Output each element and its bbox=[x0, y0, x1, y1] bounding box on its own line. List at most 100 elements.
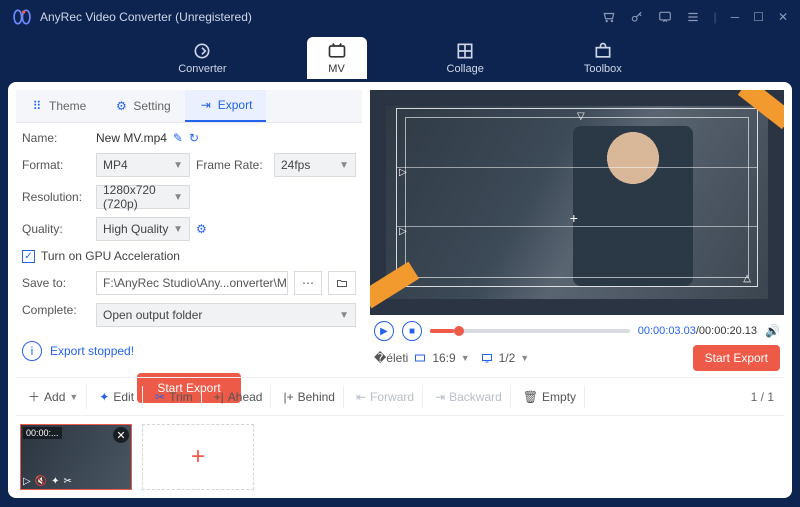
more-path-button[interactable]: ⋯ bbox=[294, 271, 322, 295]
btn-label: Add bbox=[44, 390, 65, 404]
btn-label: Trim bbox=[169, 390, 193, 404]
export-icon: ⇥ bbox=[199, 98, 213, 112]
collage-icon bbox=[455, 41, 475, 61]
thumb-trim-icon[interactable]: ✂ bbox=[64, 476, 72, 487]
chevron-down-icon: ▼ bbox=[520, 353, 529, 363]
gpu-checkbox[interactable]: ✓ bbox=[22, 250, 35, 263]
nav-label: Collage bbox=[447, 63, 484, 75]
backward-button: ⇥Backward bbox=[427, 386, 511, 408]
remove-clip-icon[interactable]: ✕ bbox=[113, 427, 129, 443]
ahead-button[interactable]: +|Ahead bbox=[206, 386, 272, 408]
format-select[interactable]: MP4 ▼ bbox=[96, 153, 190, 177]
converter-icon bbox=[192, 41, 212, 61]
behind-button[interactable]: |+Behind bbox=[275, 386, 344, 408]
saveto-path[interactable]: F:\AnyRec Studio\Any...onverter\MV Expor… bbox=[96, 271, 288, 295]
select-value: MP4 bbox=[103, 158, 128, 172]
forward-button: ⇤Forward bbox=[348, 386, 423, 408]
clip-thumbnail[interactable]: 00:00:... ✕ ▷ 🔇 ✦ ✂ bbox=[20, 424, 132, 490]
complete-select[interactable]: Open output folder ▼ bbox=[96, 303, 356, 327]
gpu-label: Turn on GPU Acceleration bbox=[41, 249, 180, 263]
seek-slider[interactable] bbox=[430, 329, 630, 333]
btn-label: Empty bbox=[542, 390, 576, 404]
video-preview[interactable]: ▽ △ ▷ ▷ + bbox=[370, 90, 784, 315]
feedback-icon[interactable] bbox=[658, 10, 672, 24]
chevron-down-icon: ▼ bbox=[461, 353, 470, 363]
stop-button[interactable]: ■ bbox=[402, 321, 422, 341]
tab-label: Export bbox=[218, 98, 253, 112]
thumb-mute-icon[interactable]: 🔇 bbox=[35, 476, 47, 487]
nav-toolbox[interactable]: Toolbox bbox=[564, 37, 642, 79]
close-icon[interactable]: ✕ bbox=[778, 10, 788, 24]
saveto-label: Save to: bbox=[22, 276, 90, 290]
reset-name-icon[interactable]: ↻ bbox=[189, 131, 199, 145]
export-alert: i Export stopped! bbox=[16, 335, 362, 367]
app-logo bbox=[12, 7, 32, 27]
empty-button[interactable]: 🗑Empty bbox=[515, 386, 585, 408]
select-value: Open output folder bbox=[103, 308, 202, 322]
edit-button[interactable]: ✦ Edit bbox=[91, 386, 143, 408]
aspect-select[interactable]: �életi16:9▼ bbox=[374, 351, 470, 365]
setting-icon: ⚙ bbox=[114, 99, 128, 113]
resolution-label: Resolution: bbox=[22, 190, 90, 204]
app-title: AnyRec Video Converter (Unregistered) bbox=[40, 10, 252, 24]
thumb-duration: 00:00:... bbox=[23, 427, 62, 439]
btn-label: Forward bbox=[370, 390, 414, 404]
quality-select[interactable]: High Quality ▼ bbox=[96, 217, 190, 241]
screen-select[interactable]: 1/2 ▼ bbox=[480, 351, 530, 365]
pager: 1 / 1 bbox=[745, 390, 780, 404]
tab-theme[interactable]: ⠿Theme bbox=[16, 90, 100, 122]
backward-icon: ⇥ bbox=[435, 390, 445, 404]
edit-name-icon[interactable]: ✎ bbox=[173, 131, 183, 145]
name-label: Name: bbox=[22, 131, 90, 145]
menu-icon[interactable] bbox=[686, 10, 700, 24]
nav-collage[interactable]: Collage bbox=[427, 37, 504, 79]
btn-label: Edit bbox=[113, 390, 134, 404]
browse-folder-button[interactable] bbox=[328, 271, 356, 295]
chevron-down-icon: ▼ bbox=[173, 192, 183, 203]
screen-value: 1/2 bbox=[499, 351, 516, 365]
wand-icon: ✦ bbox=[99, 390, 109, 404]
alert-text: Export stopped! bbox=[50, 344, 134, 358]
thumb-play-icon[interactable]: ▷ bbox=[23, 476, 31, 487]
btn-label: Behind bbox=[298, 390, 335, 404]
cart-icon[interactable] bbox=[602, 10, 616, 24]
add-button[interactable]: ＋ Add ▼ bbox=[20, 384, 87, 409]
select-value: 24fps bbox=[281, 158, 310, 172]
ahead-icon: +| bbox=[214, 390, 224, 404]
quality-settings-icon[interactable]: ⚙ bbox=[196, 222, 356, 236]
select-value: High Quality bbox=[103, 222, 168, 236]
theme-icon: ⠿ bbox=[30, 99, 44, 113]
export-panel: ⠿Theme ⚙Setting ⇥ Export Name: New MV.mp4… bbox=[16, 90, 362, 377]
chevron-down-icon: ▼ bbox=[69, 392, 78, 402]
quality-label: Quality: bbox=[22, 222, 90, 236]
tab-setting[interactable]: ⚙Setting bbox=[100, 90, 184, 122]
thumb-edit-icon[interactable]: ✦ bbox=[51, 476, 59, 487]
chevron-down-icon: ▼ bbox=[173, 160, 183, 171]
chevron-down-icon: ▼ bbox=[339, 310, 349, 321]
minimize-icon[interactable]: ─ bbox=[731, 10, 740, 24]
maximize-icon[interactable]: ☐ bbox=[753, 10, 764, 24]
nav-label: MV bbox=[328, 63, 345, 75]
chevron-down-icon: ▼ bbox=[173, 224, 183, 235]
plus-icon: ＋ bbox=[28, 388, 40, 405]
start-export-button-right[interactable]: Start Export bbox=[693, 345, 780, 371]
trim-button[interactable]: ✂ Trim bbox=[147, 386, 202, 408]
framerate-label: Frame Rate: bbox=[196, 158, 268, 172]
volume-icon[interactable]: 🔊 bbox=[765, 324, 780, 338]
name-value: New MV.mp4 bbox=[96, 131, 167, 145]
key-icon[interactable] bbox=[630, 10, 644, 24]
format-label: Format: bbox=[22, 158, 90, 172]
add-clip-button[interactable]: + bbox=[142, 424, 254, 490]
aspect-icon: �életi bbox=[374, 351, 408, 365]
play-button[interactable]: ▶ bbox=[374, 321, 394, 341]
framerate-select[interactable]: 24fps ▼ bbox=[274, 153, 356, 177]
chevron-down-icon: ▼ bbox=[339, 160, 349, 171]
info-icon: i bbox=[22, 341, 42, 361]
resolution-select[interactable]: 1280x720 (720p)▼ bbox=[96, 185, 190, 209]
tab-export[interactable]: ⇥ Export bbox=[185, 90, 267, 122]
scissors-icon: ✂ bbox=[155, 390, 165, 404]
nav-converter[interactable]: Converter bbox=[158, 37, 246, 79]
complete-label: Complete: bbox=[22, 303, 90, 327]
nav-mv[interactable]: MV bbox=[307, 37, 367, 79]
nav-label: Converter bbox=[178, 63, 226, 75]
